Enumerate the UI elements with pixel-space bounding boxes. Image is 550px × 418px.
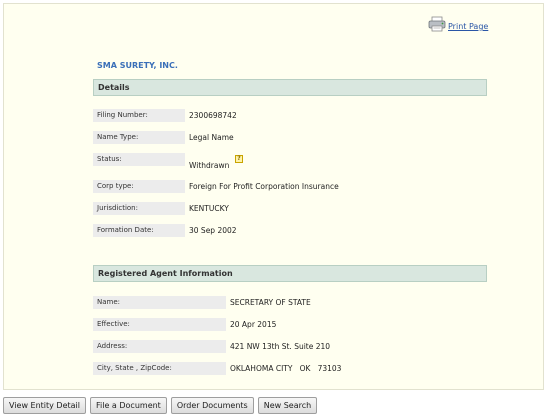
agent-effective-label: Effective:	[93, 318, 226, 331]
agent-city-state-zip-label: City, State , ZipCode:	[93, 362, 226, 375]
print-page-link[interactable]: Print Page	[448, 22, 488, 31]
corp-type-label: Corp type:	[93, 180, 185, 193]
entity-detail-panel: Print Page SMA SURETY, INC. Details Fili…	[3, 3, 544, 390]
print-page-control[interactable]: Print Page	[428, 16, 488, 32]
jurisdiction-label: Jurisdiction:	[93, 202, 185, 215]
jurisdiction-value: KENTUCKY	[189, 204, 229, 213]
filing-number-label: Filing Number:	[93, 109, 185, 122]
new-search-button[interactable]: New Search	[257, 397, 318, 414]
printer-icon[interactable]	[428, 16, 446, 32]
agent-section-header: Registered Agent Information	[93, 265, 487, 282]
corp-type-value: Foreign For Profit Corporation Insurance	[189, 182, 339, 191]
agent-effective-value: 20 Apr 2015	[230, 320, 277, 329]
agent-city-state-zip-value: OKLAHOMA CITY OK 73103	[230, 364, 342, 373]
agent-name-value: SECRETARY OF STATE	[230, 298, 311, 307]
action-button-bar: View Entity Detail File a Document Order…	[3, 397, 318, 414]
status-value: Withdrawn	[189, 161, 230, 170]
filing-number-value: 2300698742	[189, 111, 237, 120]
view-entity-detail-button[interactable]: View Entity Detail	[3, 397, 86, 414]
status-label: Status:	[93, 153, 185, 166]
help-icon[interactable]: ?	[235, 155, 243, 163]
details-section-header: Details	[93, 79, 487, 96]
name-type-value: Legal Name	[189, 133, 234, 142]
agent-name-label: Name:	[93, 296, 226, 309]
file-a-document-button[interactable]: File a Document	[90, 397, 167, 414]
formation-date-label: Formation Date:	[93, 224, 185, 237]
formation-date-value: 30 Sep 2002	[189, 226, 237, 235]
agent-address-label: Address:	[93, 340, 226, 353]
entity-name: SMA SURETY, INC.	[97, 61, 178, 70]
order-documents-button[interactable]: Order Documents	[170, 397, 254, 414]
name-type-label: Name Type:	[93, 131, 185, 144]
agent-address-value: 421 NW 13th St. Suite 210	[230, 342, 331, 351]
